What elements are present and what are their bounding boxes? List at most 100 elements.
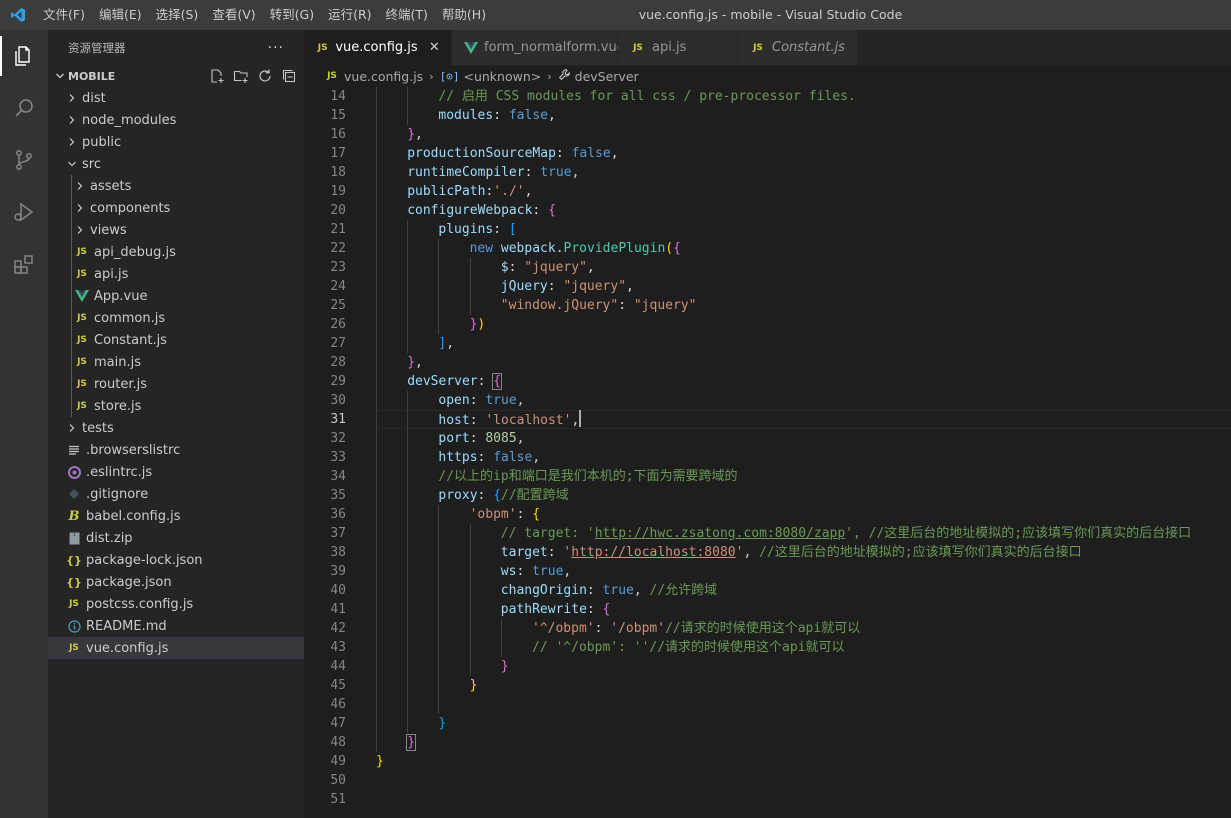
code-line[interactable]: 33 https: false,	[304, 448, 1231, 467]
code-line[interactable]: 40 changOrigin: true, //允许跨域	[304, 581, 1231, 600]
collapse-all-icon[interactable]	[280, 67, 298, 85]
code-text[interactable]: target: 'http://localhost:8080', //这里后台的…	[501, 543, 1082, 562]
file-item[interactable]: JS api_debug.js	[48, 241, 304, 263]
code-line[interactable]: 46	[304, 695, 1231, 714]
menu-item[interactable]: 选择(S)	[149, 0, 206, 30]
refresh-icon[interactable]	[256, 67, 274, 85]
code-line[interactable]: 30 open: true,	[304, 391, 1231, 410]
code-text[interactable]: configureWebpack: {	[407, 201, 556, 220]
code-line[interactable]: 48}	[304, 733, 1231, 752]
tab-form-normalform-vue[interactable]: form_normalform.vue	[452, 30, 625, 65]
code-line[interactable]: 27],	[304, 334, 1231, 353]
code-text[interactable]: changOrigin: true, //允许跨域	[501, 581, 717, 600]
workspace-section-header[interactable]: MOBILE	[48, 65, 304, 87]
folder-item[interactable]: assets	[48, 175, 304, 197]
code-text[interactable]: ],	[438, 334, 454, 353]
folder-item[interactable]: tests	[48, 417, 304, 439]
run-debug-icon[interactable]	[0, 186, 48, 238]
code-text[interactable]: $: "jquery",	[501, 258, 595, 277]
explorer-icon[interactable]	[0, 30, 48, 82]
code-line[interactable]: 23 $: "jquery",	[304, 258, 1231, 277]
file-item[interactable]: .gitignore	[48, 483, 304, 505]
code-line[interactable]: 51	[304, 790, 1231, 809]
folder-item[interactable]: public	[48, 131, 304, 153]
code-text[interactable]: }	[501, 657, 509, 676]
tab-vue-config-js[interactable]: JS vue.config.js ✕	[304, 30, 452, 65]
file-item[interactable]: JS vue.config.js	[48, 637, 304, 659]
code-line[interactable]: 17 productionSourceMap: false,	[304, 144, 1231, 163]
code-line[interactable]: 42 '^/obpm': '/obpm'//请求的时候使用这个api就可以	[304, 619, 1231, 638]
menu-item[interactable]: 运行(R)	[321, 0, 378, 30]
code-text[interactable]: '^/obpm': '/obpm'//请求的时候使用这个api就可以	[532, 619, 860, 638]
code-text[interactable]: pathRewrite: {	[501, 600, 611, 619]
code-line[interactable]: 21 plugins: [	[304, 220, 1231, 239]
code-editor[interactable]: 14 // 启用 CSS modules for all css / pre-pr…	[304, 87, 1231, 818]
breadcrumb-property[interactable]: devServer	[575, 69, 639, 84]
code-line[interactable]: 22 new webpack.ProvidePlugin({	[304, 239, 1231, 258]
code-line[interactable]: 38 target: 'http://localhost:8080', //这里后…	[304, 543, 1231, 562]
menu-item[interactable]: 帮助(H)	[435, 0, 493, 30]
code-line[interactable]: 16},	[304, 125, 1231, 144]
file-item[interactable]: JS main.js	[48, 351, 304, 373]
file-item[interactable]: {} package.json	[48, 571, 304, 593]
file-item[interactable]: JS postcss.config.js	[48, 593, 304, 615]
file-item[interactable]: Bbabel.config.js	[48, 505, 304, 527]
code-line[interactable]: 25 "window.jQuery": "jquery"	[304, 296, 1231, 315]
tab-constant-js[interactable]: JS Constant.js	[738, 30, 858, 65]
breadcrumb-symbol[interactable]: <unknown>	[463, 69, 541, 84]
code-line[interactable]: 37 // target: 'http://hwc.zsatong.com:808…	[304, 524, 1231, 543]
code-line[interactable]: 26})	[304, 315, 1231, 334]
code-line[interactable]: 50	[304, 771, 1231, 790]
code-text[interactable]: },	[407, 125, 423, 144]
code-line[interactable]: 34 //以上的ip和端口是我们本机的;下面为需要跨域的	[304, 467, 1231, 486]
code-line[interactable]: 31 host: 'localhost',	[304, 410, 1231, 429]
file-item[interactable]: App.vue	[48, 285, 304, 307]
menu-item[interactable]: 终端(T)	[379, 0, 435, 30]
code-line[interactable]: 19 publicPath:'./',	[304, 182, 1231, 201]
code-text[interactable]: }	[438, 714, 446, 733]
close-icon[interactable]: ✕	[428, 40, 441, 55]
code-text[interactable]: host: 'localhost',	[438, 410, 582, 430]
folder-item[interactable]: node_modules	[48, 109, 304, 131]
code-text[interactable]: port: 8085,	[438, 429, 524, 448]
code-line[interactable]: 36 'obpm': {	[304, 505, 1231, 524]
code-text[interactable]: jQuery: "jquery",	[501, 277, 634, 296]
code-text[interactable]: //以上的ip和端口是我们本机的;下面为需要跨域的	[438, 467, 737, 486]
code-line[interactable]: 41 pathRewrite: {	[304, 600, 1231, 619]
code-text[interactable]: https: false,	[438, 448, 540, 467]
menu-item[interactable]: 查看(V)	[205, 0, 262, 30]
code-text[interactable]: new webpack.ProvidePlugin({	[470, 239, 681, 258]
file-item[interactable]: JS router.js	[48, 373, 304, 395]
code-text[interactable]: devServer: {	[407, 372, 503, 391]
code-text[interactable]: publicPath:'./',	[407, 182, 532, 201]
code-text[interactable]: // target: 'http://hwc.zsatong.com:8080/…	[501, 524, 1191, 543]
file-item[interactable]: JS api.js	[48, 263, 304, 285]
code-line[interactable]: 35 proxy: {//配置跨域	[304, 486, 1231, 505]
code-text[interactable]: productionSourceMap: false,	[407, 144, 618, 163]
tab-api-js[interactable]: JS api.js	[618, 30, 738, 65]
code-line[interactable]: 15 modules: false,	[304, 106, 1231, 125]
file-item[interactable]: JS store.js	[48, 395, 304, 417]
code-text[interactable]: modules: false,	[438, 106, 555, 125]
menu-item[interactable]: 转到(G)	[263, 0, 321, 30]
code-line[interactable]: 39 ws: true,	[304, 562, 1231, 581]
file-item[interactable]: .browserslistrc	[48, 439, 304, 461]
code-text[interactable]: "window.jQuery": "jquery"	[501, 296, 697, 315]
code-text[interactable]: },	[407, 353, 423, 372]
code-line[interactable]: 29 devServer: {	[304, 372, 1231, 391]
file-item[interactable]: README.md	[48, 615, 304, 637]
folder-item[interactable]: src	[48, 153, 304, 175]
code-line[interactable]: 18 runtimeCompiler: true,	[304, 163, 1231, 182]
code-line[interactable]: 45}	[304, 676, 1231, 695]
menu-item[interactable]: 编辑(E)	[92, 0, 149, 30]
code-text[interactable]: plugins: [	[438, 220, 516, 239]
folder-item[interactable]: dist	[48, 87, 304, 109]
code-text[interactable]: proxy: {//配置跨域	[438, 486, 568, 505]
file-item[interactable]: dist.zip	[48, 527, 304, 549]
folder-item[interactable]: components	[48, 197, 304, 219]
code-line[interactable]: 20 configureWebpack: {	[304, 201, 1231, 220]
code-line[interactable]: 49}	[304, 752, 1231, 771]
code-text[interactable]: })	[470, 315, 486, 334]
menu-item[interactable]: 文件(F)	[36, 0, 92, 30]
code-text[interactable]: }	[406, 733, 416, 752]
